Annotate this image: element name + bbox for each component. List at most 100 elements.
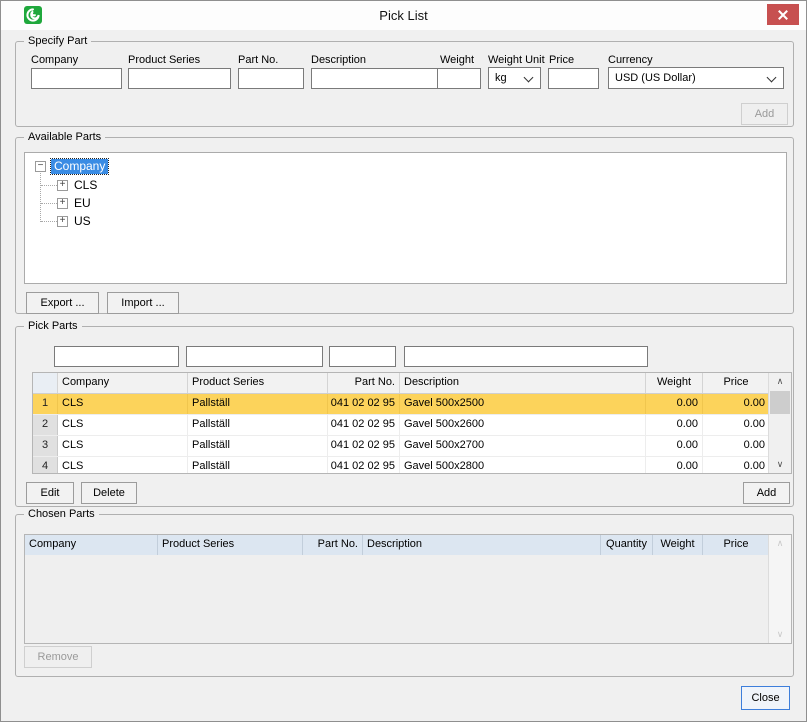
import-button[interactable]: Import ... <box>107 292 179 314</box>
scroll-down-icon[interactable]: ∨ <box>769 456 791 473</box>
product-series-cell: Pallställ <box>188 436 328 456</box>
filter-product-series-input[interactable] <box>186 346 323 367</box>
header-price[interactable]: Price <box>703 535 770 555</box>
part-no-cell: 95 02 xx 041 02 <box>328 436 400 456</box>
pick-parts-table: Company Product Series Part No. Descript… <box>32 372 792 474</box>
close-icon <box>778 10 788 20</box>
price-cell: 0.00 <box>703 436 770 456</box>
tree-collapse-icon[interactable]: − <box>35 161 46 172</box>
part-no-cell: 95 02 xx 041 02 <box>328 394 400 414</box>
table-row[interactable]: 2 CLS Pallställ 95 02 xx 041 02 Gavel 50… <box>33 415 791 436</box>
scroll-up-icon[interactable]: ∧ <box>769 373 791 390</box>
tree-node-cls[interactable]: CLS <box>74 178 97 193</box>
window-close-button[interactable] <box>767 4 799 25</box>
tree-expand-icon[interactable]: + <box>57 216 68 227</box>
header-description[interactable]: Description <box>400 373 646 393</box>
description-label: Description <box>311 54 366 66</box>
available-parts-legend: Available Parts <box>24 130 105 144</box>
table-row[interactable]: 3 CLS Pallställ 95 02 xx 041 02 Gavel 50… <box>33 436 791 457</box>
header-product-series[interactable]: Product Series <box>188 373 328 393</box>
row-number-cell: 2 <box>33 415 58 435</box>
weight-label: Weight <box>440 54 474 66</box>
specify-add-button: Add <box>741 103 788 125</box>
remove-button: Remove <box>24 646 92 668</box>
parts-tree[interactable]: − Company + CLS + EU + US <box>24 152 787 284</box>
header-weight[interactable]: Weight <box>646 373 703 393</box>
tree-node-company[interactable]: Company <box>51 159 108 174</box>
pick-parts-group: Pick Parts Company Product Series Part N… <box>15 326 794 507</box>
weight-unit-label: Weight Unit <box>488 54 545 66</box>
window-title: Pick List <box>1 1 806 30</box>
chosen-parts-legend: Chosen Parts <box>24 507 99 521</box>
row-number-cell: 1 <box>33 394 58 414</box>
header-product-series[interactable]: Product Series <box>158 535 303 555</box>
company-field[interactable] <box>31 68 122 89</box>
close-button[interactable]: Close <box>741 686 790 710</box>
currency-label: Currency <box>608 54 653 66</box>
header-quantity[interactable]: Quantity <box>601 535 653 555</box>
currency-select[interactable]: USD (US Dollar) <box>608 67 784 89</box>
weight-cell: 0.00 <box>646 436 703 456</box>
tree-node-us[interactable]: US <box>74 214 91 229</box>
weight-unit-value: kg <box>495 72 507 84</box>
scroll-down-icon: ∨ <box>769 626 791 643</box>
pick-list-dialog: Pick List Specify Part Company Product S… <box>0 0 807 722</box>
tree-connector <box>40 173 41 222</box>
available-parts-group: Available Parts − Company + CLS + EU + U… <box>15 137 794 314</box>
header-part-no[interactable]: Part No. <box>303 535 363 555</box>
delete-button[interactable]: Delete <box>81 482 137 504</box>
row-number-cell: 4 <box>33 457 58 474</box>
filter-company-input[interactable] <box>54 346 179 367</box>
specify-part-legend: Specify Part <box>24 34 91 48</box>
price-label: Price <box>549 54 574 66</box>
scroll-up-icon: ∧ <box>769 535 791 552</box>
currency-value: USD (US Dollar) <box>615 72 696 84</box>
header-company[interactable]: Company <box>58 373 188 393</box>
chosen-parts-table: Company Product Series Part No. Descript… <box>24 534 792 644</box>
export-button[interactable]: Export ... <box>26 292 99 314</box>
tree-expand-icon[interactable]: + <box>57 180 68 191</box>
tree-connector <box>41 185 57 186</box>
table-row[interactable]: 1 CLS Pallställ 95 02 xx 041 02 Gavel 50… <box>33 394 791 415</box>
product-series-label: Product Series <box>128 54 200 66</box>
scrollbar-thumb[interactable] <box>770 391 790 414</box>
table-row[interactable]: 4 CLS Pallställ 95 02 xx 041 02 Gavel 50… <box>33 457 791 474</box>
chevron-down-icon <box>767 73 777 83</box>
pick-parts-legend: Pick Parts <box>24 319 82 333</box>
product-series-cell: Pallställ <box>188 394 328 414</box>
tree-node-eu[interactable]: EU <box>74 196 91 211</box>
company-cell: CLS <box>58 457 188 474</box>
header-corner-cell <box>33 373 58 393</box>
edit-button[interactable]: Edit <box>26 482 74 504</box>
weight-cell: 0.00 <box>646 415 703 435</box>
chosen-parts-group: Chosen Parts Company Product Series Part… <box>15 514 794 677</box>
header-part-no[interactable]: Part No. <box>328 373 400 393</box>
weight-field[interactable] <box>437 68 481 89</box>
pick-add-button[interactable]: Add <box>743 482 790 504</box>
tree-expand-icon[interactable]: + <box>57 198 68 209</box>
titlebar: Pick List <box>1 1 806 30</box>
part-no-field[interactable] <box>238 68 304 89</box>
pick-parts-scrollbar[interactable]: ∧ ∨ <box>768 373 791 473</box>
description-field[interactable] <box>311 68 438 89</box>
header-company[interactable]: Company <box>25 535 158 555</box>
price-cell: 0.00 <box>703 394 770 414</box>
filter-part-no-input[interactable] <box>329 346 396 367</box>
chosen-parts-scrollbar[interactable]: ∧ ∨ <box>768 535 791 643</box>
product-series-field[interactable] <box>128 68 231 89</box>
header-weight[interactable]: Weight <box>653 535 703 555</box>
tree-connector <box>41 221 57 222</box>
header-price[interactable]: Price <box>703 373 770 393</box>
row-number-cell: 3 <box>33 436 58 456</box>
weight-unit-select[interactable]: kg <box>488 67 541 89</box>
company-label: Company <box>31 54 78 66</box>
price-field[interactable] <box>548 68 599 89</box>
filter-description-input[interactable] <box>404 346 648 367</box>
app-icon <box>24 6 42 24</box>
header-description[interactable]: Description <box>363 535 601 555</box>
company-cell: CLS <box>58 436 188 456</box>
chevron-down-icon <box>524 73 534 83</box>
description-cell: Gavel 500x2600 <box>400 415 646 435</box>
description-cell: Gavel 500x2700 <box>400 436 646 456</box>
price-cell: 0.00 <box>703 457 770 474</box>
